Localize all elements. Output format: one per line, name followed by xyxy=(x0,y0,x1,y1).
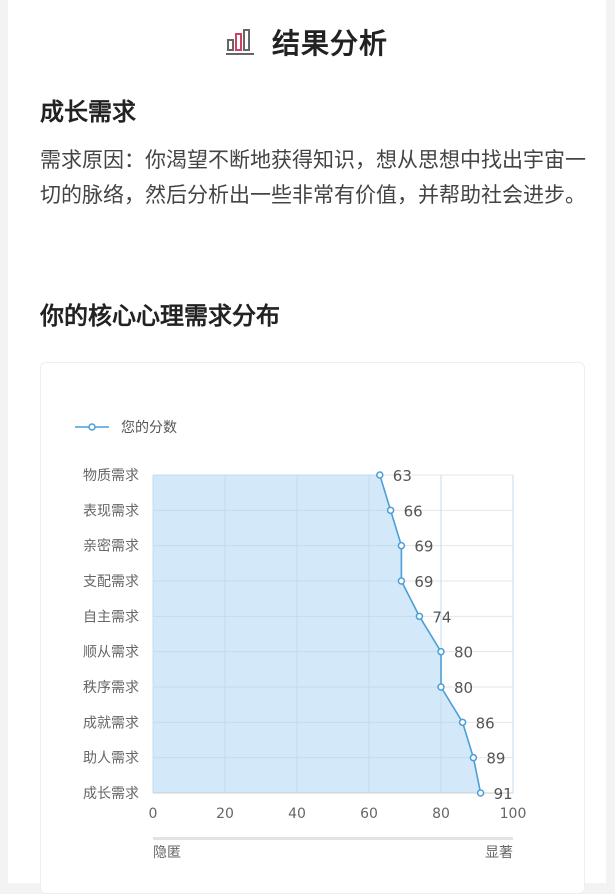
data-label: 63 xyxy=(393,467,412,485)
page: 结果分析 成长需求 需求原因：你渴望不断地获得知识，想从思想中找出宇宙一切的脉络… xyxy=(8,0,606,894)
area-fill xyxy=(153,475,481,793)
data-label: 69 xyxy=(414,573,433,591)
y-tick-label: 成长需求 xyxy=(83,786,139,802)
x-tick-label: 80 xyxy=(432,806,450,822)
chart-card: 63 66 69 69 74 80 80 86 89 91 物质需求 表现需求 亲密需求 支配需求 自主需求… xyxy=(40,362,585,894)
y-tick-label: 顺从需求 xyxy=(83,645,139,661)
data-label: 80 xyxy=(454,679,473,697)
data-point xyxy=(469,753,478,762)
data-label: 66 xyxy=(404,502,423,520)
data-label: 74 xyxy=(432,608,451,626)
distribution-title: 你的核心心理需求分布 xyxy=(40,302,280,330)
data-label: 69 xyxy=(414,538,433,556)
data-point xyxy=(397,541,406,550)
bar-chart-icon xyxy=(225,29,254,55)
y-tick-label: 支配需求 xyxy=(83,574,139,590)
x-tick-label: 60 xyxy=(360,806,378,822)
data-point xyxy=(476,789,485,797)
x-axis-right-label: 显著 xyxy=(485,845,513,861)
data-label: 86 xyxy=(476,714,495,732)
x-tick-label: 100 xyxy=(500,806,527,822)
x-axis-left-label: 隐匿 xyxy=(153,845,181,861)
y-tick-label: 表现需求 xyxy=(83,503,139,519)
data-point xyxy=(415,612,424,621)
y-tick-label: 物质需求 xyxy=(83,468,139,484)
page-header: 结果分析 xyxy=(8,18,606,66)
y-tick-label: 亲密需求 xyxy=(83,538,139,555)
legend-label: 您的分数 xyxy=(121,419,177,436)
y-tick-label: 助人需求 xyxy=(83,751,139,767)
chart-svg: 63666969748080868991物质需求表现需求亲密需求支配需求自主需求… xyxy=(75,419,527,861)
data-label: 91 xyxy=(494,785,513,803)
result-description: 需求原因：你渴望不断地获得知识，想从思想中找出宇宙一切的脉络，然后分析出一些非常… xyxy=(40,148,586,207)
y-tick-label: 成就需求 xyxy=(83,715,139,731)
data-point xyxy=(386,506,395,515)
data-label: 80 xyxy=(454,644,473,662)
result-title: 成长需求 xyxy=(40,98,136,126)
data-point xyxy=(458,718,467,727)
data-point xyxy=(437,683,445,691)
data-label: 89 xyxy=(486,750,505,768)
page-title: 结果分析 xyxy=(271,27,388,60)
data-point xyxy=(397,577,406,585)
x-tick-label: 20 xyxy=(216,806,234,822)
data-point xyxy=(376,471,384,479)
range-track xyxy=(153,837,513,840)
x-tick-label: 40 xyxy=(288,806,306,822)
x-tick-label: 0 xyxy=(149,806,158,822)
y-tick-label: 秩序需求 xyxy=(83,680,139,696)
data-point xyxy=(437,647,445,656)
y-tick-label: 自主需求 xyxy=(83,609,139,625)
legend-marker xyxy=(88,423,96,431)
